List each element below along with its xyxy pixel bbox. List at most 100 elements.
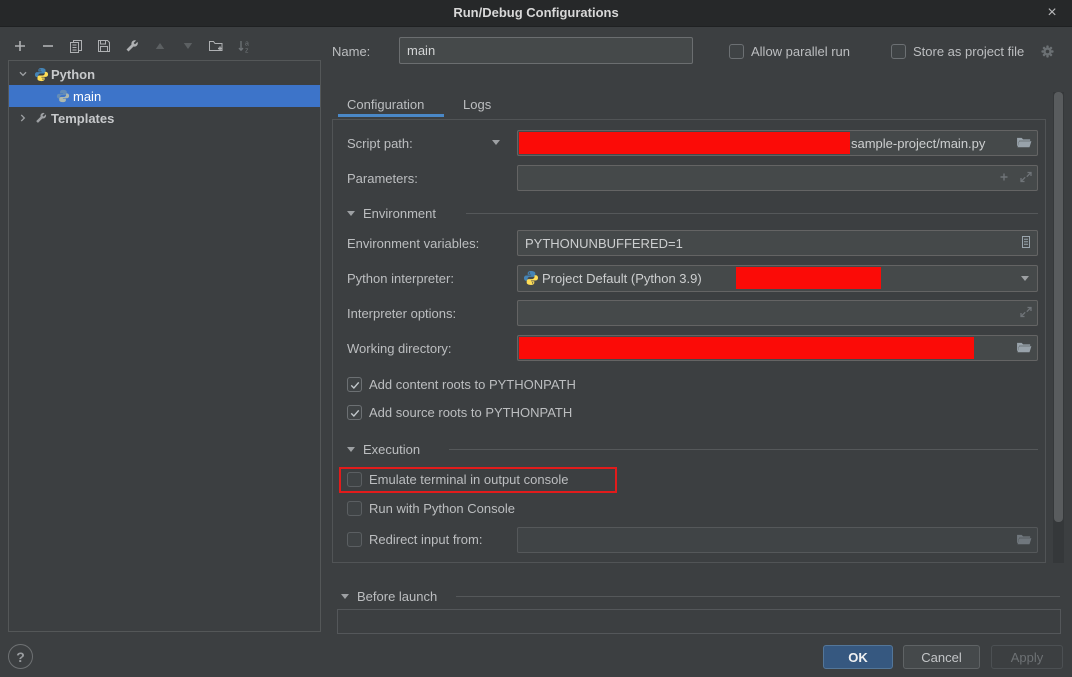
add-content-roots-checkbox[interactable]	[347, 377, 362, 392]
browse-variables-icon[interactable]	[1018, 234, 1034, 250]
help-button[interactable]: ?	[8, 644, 33, 669]
section-divider	[449, 449, 1038, 450]
plus-icon[interactable]	[996, 169, 1012, 185]
apply-button[interactable]: Apply	[991, 645, 1063, 669]
help-label: ?	[16, 649, 25, 665]
interpreter-options-field[interactable]	[517, 300, 1038, 326]
cancel-button[interactable]: Cancel	[903, 645, 980, 669]
section-divider	[466, 213, 1038, 214]
folder-icon[interactable]	[1016, 134, 1033, 151]
execution-section-title: Execution	[363, 442, 420, 457]
edit-templates-button[interactable]	[121, 35, 143, 57]
chevron-down-icon[interactable]	[15, 66, 31, 82]
ok-button[interactable]: OK	[823, 645, 893, 669]
python-interpreter-label: Python interpreter:	[347, 271, 454, 286]
python-icon	[523, 270, 539, 286]
execution-collapse-icon[interactable]	[347, 447, 355, 452]
add-source-roots-checkbox[interactable]	[347, 405, 362, 420]
sort-alphabetically-icon: az	[236, 38, 252, 54]
scrollbar-thumb[interactable]	[1054, 92, 1063, 522]
tree-item-python[interactable]: Python	[9, 63, 320, 85]
svg-text:z: z	[245, 48, 249, 55]
section-divider	[456, 596, 1060, 597]
python-icon	[55, 88, 71, 104]
minus-icon	[40, 38, 56, 54]
store-as-project-file-label: Store as project file	[913, 44, 1024, 59]
before-launch-collapse-icon[interactable]	[341, 594, 349, 599]
remove-configuration-button[interactable]	[37, 35, 59, 57]
move-down-button[interactable]	[177, 35, 199, 57]
folder-icon[interactable]	[1016, 339, 1033, 356]
redirect-input-field[interactable]	[517, 527, 1038, 553]
redaction-bar	[519, 132, 850, 154]
tree-item-label: main	[73, 89, 101, 104]
tree-item-label: Templates	[51, 111, 114, 126]
cancel-button-label: Cancel	[921, 650, 961, 665]
script-path-value: sample-project/main.py	[851, 136, 985, 151]
triangle-down-icon	[180, 38, 196, 54]
save-configuration-button[interactable]	[93, 35, 115, 57]
before-launch-section-title: Before launch	[357, 589, 437, 604]
emulate-terminal-label: Emulate terminal in output console	[369, 472, 568, 487]
python-interpreter-value: Project Default (Python 3.9)	[542, 271, 702, 286]
folder-icon[interactable]	[1016, 531, 1033, 548]
sort-configurations-button[interactable]: az	[233, 35, 255, 57]
allow-parallel-run-checkbox[interactable]	[729, 44, 744, 59]
emulate-terminal-checkbox[interactable]	[347, 472, 362, 487]
configurations-tree: Python main Templates	[8, 60, 321, 632]
run-with-python-console-checkbox[interactable]	[347, 501, 362, 516]
tree-item-main[interactable]: main	[9, 85, 320, 107]
configurations-toolbar: az	[9, 35, 255, 57]
environment-collapse-icon[interactable]	[347, 211, 355, 216]
redirect-input-label: Redirect input from:	[369, 532, 482, 547]
expand-icon[interactable]	[1018, 304, 1034, 320]
tab-logs[interactable]: Logs	[463, 97, 491, 112]
close-icon[interactable]: ×	[1042, 3, 1062, 23]
copy-configuration-button[interactable]	[65, 35, 87, 57]
run-debug-configurations-dialog: Run/Debug Configurations × az	[0, 0, 1072, 677]
name-label: Name:	[332, 44, 370, 59]
parameters-field[interactable]	[517, 165, 1038, 191]
new-folder-button[interactable]	[205, 35, 227, 57]
chevron-down-icon[interactable]	[1021, 276, 1029, 281]
parameters-label: Parameters:	[347, 171, 418, 186]
python-icon	[33, 66, 49, 82]
triangle-up-icon	[152, 38, 168, 54]
folder-plus-icon	[208, 38, 224, 54]
wrench-icon	[124, 38, 140, 54]
title-bar: Run/Debug Configurations ×	[0, 0, 1072, 27]
environment-section-title: Environment	[363, 206, 436, 221]
expand-icon[interactable]	[1018, 169, 1034, 185]
name-input[interactable]	[399, 37, 693, 64]
apply-button-label: Apply	[1011, 650, 1044, 665]
environment-variables-label: Environment variables:	[347, 236, 479, 251]
tree-item-templates[interactable]: Templates	[9, 107, 320, 129]
chevron-right-icon[interactable]	[15, 110, 31, 126]
dialog-title: Run/Debug Configurations	[0, 5, 1072, 20]
before-launch-task-list[interactable]	[337, 609, 1061, 634]
check-icon	[349, 379, 361, 391]
redirect-input-checkbox[interactable]	[347, 532, 362, 547]
active-tab-underline	[338, 114, 444, 117]
svg-text:a: a	[245, 41, 249, 48]
redaction-bar	[736, 267, 881, 289]
wrench-icon	[33, 110, 49, 126]
copy-icon	[68, 38, 84, 54]
allow-parallel-run-label: Allow parallel run	[751, 44, 850, 59]
working-directory-label: Working directory:	[347, 341, 452, 356]
save-icon	[96, 38, 112, 54]
environment-variables-value: PYTHONUNBUFFERED=1	[525, 236, 683, 251]
gear-icon[interactable]	[1040, 44, 1055, 59]
add-source-roots-label: Add source roots to PYTHONPATH	[369, 405, 572, 420]
ok-button-label: OK	[848, 650, 868, 665]
store-as-project-file-checkbox[interactable]	[891, 44, 906, 59]
plus-icon	[12, 38, 28, 54]
interpreter-options-label: Interpreter options:	[347, 306, 456, 321]
check-icon	[349, 407, 361, 419]
add-configuration-button[interactable]	[9, 35, 31, 57]
run-with-python-console-label: Run with Python Console	[369, 501, 515, 516]
move-up-button[interactable]	[149, 35, 171, 57]
tab-configuration[interactable]: Configuration	[347, 97, 424, 112]
tree-item-label: Python	[51, 67, 95, 82]
script-path-dropdown-icon[interactable]	[492, 140, 500, 145]
